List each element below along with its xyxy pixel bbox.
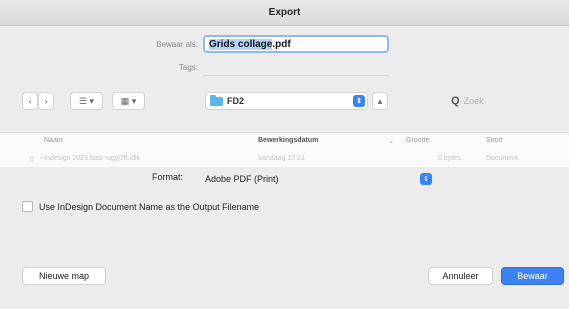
chevron-left-icon: ‹ (28, 96, 32, 106)
stepper-icon: ⇕ (353, 95, 365, 107)
search-placeholder: Zoek (463, 96, 484, 106)
use-document-name-label: Use InDesign Document Name as the Output… (39, 201, 260, 212)
column-header-kind[interactable]: Soort (486, 137, 503, 144)
use-document-name-option[interactable]: Use InDesign Document Name as the Output… (22, 201, 259, 212)
cancel-button[interactable]: Annuleer (428, 267, 493, 285)
search-field[interactable]: Q Zoek (445, 92, 557, 110)
save-as-extension: .pdf (272, 39, 291, 50)
new-folder-button[interactable]: Nieuwe map (22, 267, 106, 285)
chevron-up-icon: ▴ (377, 95, 383, 106)
save-button[interactable]: Bewaar (501, 267, 564, 285)
file-size: 0 bytes (438, 155, 461, 162)
use-document-name-checkbox[interactable] (22, 201, 33, 212)
forward-button[interactable]: › (38, 92, 54, 110)
format-label: Format: (152, 172, 184, 182)
format-select[interactable]: Adobe PDF (Print) ⇕ (203, 170, 436, 187)
grid-view-icon: ▦ ▾ (120, 95, 137, 106)
file-list[interactable]: Naam Bewerkingsdatum ⌄ Grootte Soort ▯ ~… (0, 132, 569, 167)
column-header-modified[interactable]: Bewerkingsdatum (258, 137, 318, 144)
tags-field[interactable] (203, 59, 389, 76)
list-view-icon: ☰ ▾ (78, 95, 95, 106)
file-kind: Document (486, 155, 518, 162)
file-name[interactable]: ~Indesign 2023 basi~ugyj76.idlk (40, 155, 140, 162)
search-icon: Q (451, 95, 460, 107)
location-popup[interactable]: FD2 ⇕ (205, 92, 368, 110)
window-title: Export (0, 0, 569, 26)
stepper-icon: ⇕ (420, 173, 432, 185)
save-as-label: Bewaar als: (156, 40, 198, 49)
save-as-selected-text: Grids collage (209, 39, 273, 50)
column-header-size[interactable]: Grootte (406, 137, 429, 144)
back-button[interactable]: ‹ (22, 92, 38, 110)
sort-chevron-icon: ⌄ (388, 138, 394, 145)
location-folder-name: FD2 (227, 96, 245, 106)
list-view-button[interactable]: ☰ ▾ (70, 92, 103, 110)
collapse-button[interactable]: ▴ (372, 92, 388, 110)
folder-icon (210, 94, 223, 106)
grid-view-button[interactable]: ▦ ▾ (112, 92, 145, 110)
file-icon: ▯ (30, 156, 34, 163)
file-modified: Vandaag 17:21 (258, 155, 305, 162)
column-header-name[interactable]: Naam (44, 137, 63, 144)
export-dialog: Export Bewaar als: Grids collage.pdf Tag… (0, 0, 569, 309)
save-as-field[interactable]: Grids collage.pdf (203, 35, 389, 53)
chevron-right-icon: › (44, 96, 48, 106)
tags-label: Tags: (178, 63, 198, 72)
format-value: Adobe PDF (Print) (205, 173, 279, 184)
